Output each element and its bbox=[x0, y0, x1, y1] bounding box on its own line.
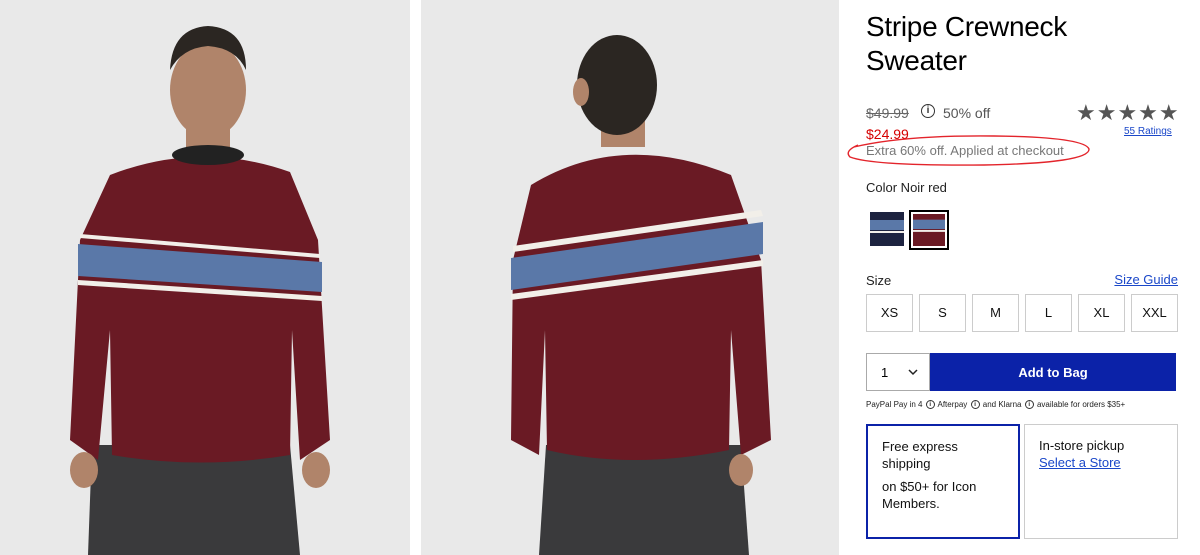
size-guide-link[interactable]: Size Guide bbox=[1114, 272, 1178, 287]
info-icon[interactable]: i bbox=[925, 400, 935, 410]
pickup-option-card[interactable]: In-store pickup Select a Store bbox=[1024, 424, 1178, 539]
select-store-link[interactable]: Select a Store bbox=[1039, 454, 1163, 471]
size-button-l[interactable]: L bbox=[1025, 294, 1072, 332]
size-button-xxl[interactable]: XXL bbox=[1131, 294, 1178, 332]
discount-label: 50% off bbox=[943, 105, 991, 121]
original-price: $49.99 bbox=[866, 105, 909, 121]
shipping-line-1: Free express shipping bbox=[882, 439, 958, 471]
color-label: Color Noir red bbox=[866, 180, 947, 195]
paylater-availability: available for orders $35+ bbox=[1036, 400, 1126, 409]
info-icon[interactable]: i bbox=[970, 400, 980, 410]
rating-stars-icon: ★★★★★ bbox=[1076, 100, 1180, 125]
info-icon[interactable]: i bbox=[1024, 400, 1034, 410]
pay-later-options: PayPal Pay in 4 i Afterpay i and Klarna … bbox=[866, 400, 1126, 410]
model-back-illustration bbox=[421, 0, 839, 555]
product-image-front[interactable] bbox=[0, 0, 410, 555]
size-label: Size bbox=[866, 273, 892, 288]
swatch-noir-red-image bbox=[913, 214, 945, 246]
paypal-text: PayPal Pay in 4 bbox=[866, 400, 923, 409]
size-button-s[interactable]: S bbox=[919, 294, 966, 332]
afterpay-text: Afterpay bbox=[937, 400, 968, 409]
size-button-m[interactable]: M bbox=[972, 294, 1019, 332]
add-to-bag-button[interactable]: Add to Bag bbox=[930, 353, 1176, 391]
chevron-down-icon bbox=[908, 369, 918, 376]
shipping-line-2: on $50+ for Icon Members. bbox=[882, 479, 977, 511]
product-image-back[interactable] bbox=[421, 0, 839, 555]
product-title: Stripe Crewneck Sweater bbox=[866, 11, 1067, 76]
size-button-xl[interactable]: XL bbox=[1078, 294, 1125, 332]
and-text: and bbox=[982, 400, 997, 409]
hand-drawn-red-circle bbox=[847, 135, 1090, 166]
info-icon[interactable]: i bbox=[921, 104, 935, 118]
swatch-navy-image bbox=[870, 212, 904, 246]
ratings-link[interactable]: 55 Ratings bbox=[1124, 126, 1172, 137]
swatch-noir-red[interactable] bbox=[909, 210, 949, 250]
model-front-illustration bbox=[0, 0, 410, 555]
pickup-title: In-store pickup bbox=[1039, 438, 1125, 453]
shipping-option-card[interactable]: Free express shipping on $50+ for Icon M… bbox=[866, 424, 1020, 539]
product-info-panel: Stripe Crewneck Sweater $49.99 i 50% off… bbox=[847, 0, 1186, 555]
quantity-value: 1 bbox=[881, 365, 889, 380]
klarna-text: Klarna bbox=[998, 400, 1022, 409]
size-button-xs[interactable]: XS bbox=[866, 294, 913, 332]
quantity-select[interactable]: 1 bbox=[866, 353, 930, 391]
swatch-navy[interactable] bbox=[870, 212, 904, 246]
